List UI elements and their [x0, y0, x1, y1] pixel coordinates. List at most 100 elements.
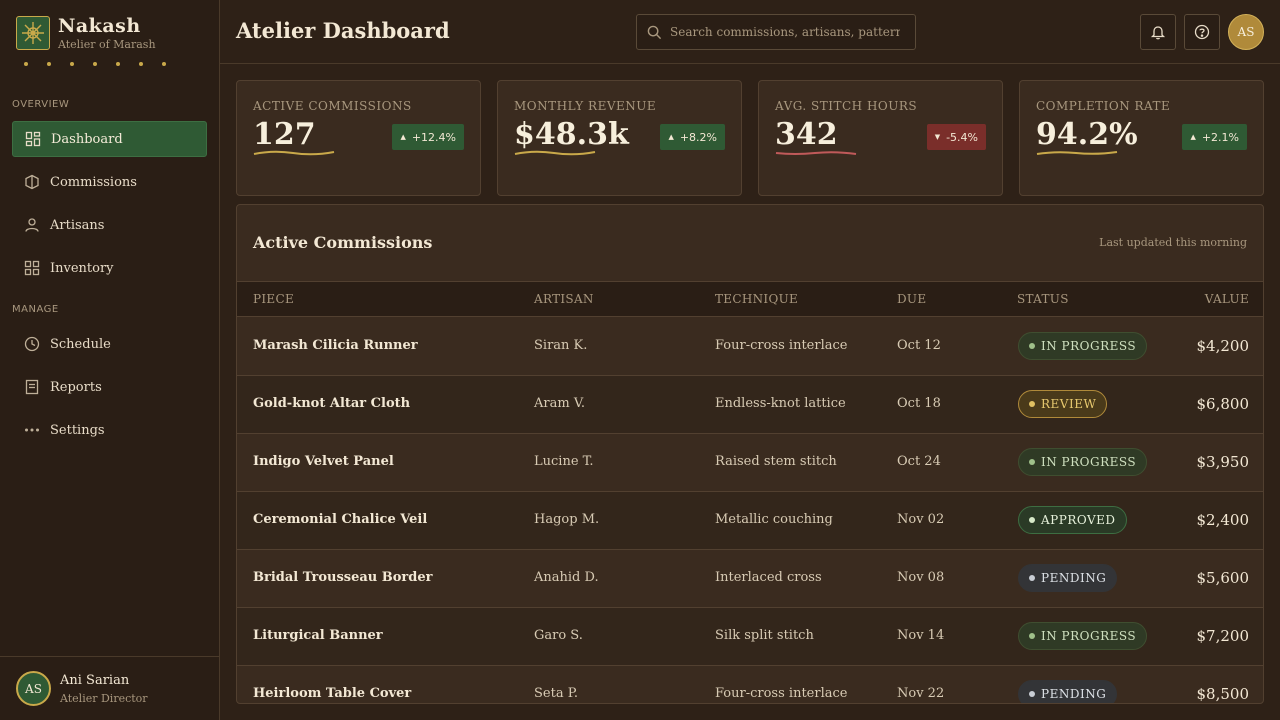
stat-value: 127	[253, 117, 316, 152]
cell-value: $7,200	[1196, 627, 1250, 645]
table-row[interactable]: Liturgical Banner Garo S. Silk split stitc…	[237, 608, 1263, 666]
sidebar-item-inventory[interactable]: Inventory	[12, 250, 207, 286]
status-dot-icon	[1029, 401, 1035, 407]
user-profile[interactable]: AS Ani Sarian Atelier Director	[0, 656, 219, 720]
status-label: IN PROGRESS	[1041, 455, 1137, 469]
cell-piece: Heirloom Table Cover	[253, 686, 412, 701]
sidebar: Nakash Atelier of Marash OVERVIEW Dashbo…	[0, 0, 220, 720]
search-box[interactable]	[636, 14, 916, 50]
column-header-status[interactable]: STATUS	[1017, 292, 1069, 306]
stat-label: MONTHLY REVENUE	[514, 99, 657, 113]
panel-title: Active Commissions	[253, 233, 433, 252]
column-header-value[interactable]: VALUE	[1205, 292, 1249, 306]
trend-up-icon: ▲	[1190, 133, 1196, 141]
status-label: PENDING	[1041, 571, 1107, 585]
cell-technique: Four-cross interlace	[715, 338, 848, 353]
clock-icon	[24, 336, 40, 352]
cell-piece: Indigo Velvet Panel	[253, 454, 394, 469]
brand-divider-dots	[24, 62, 166, 66]
last-updated-text: Last updated this morning	[1099, 236, 1247, 249]
nav-section-manage: MANAGE	[12, 304, 59, 315]
table-row[interactable]: Ceremonial Chalice Veil Hagop M. Metallic …	[237, 492, 1263, 550]
stat-underline-decoration	[253, 150, 335, 156]
cell-value: $5,600	[1196, 569, 1250, 587]
sidebar-item-reports[interactable]: Reports	[12, 369, 207, 405]
table-row[interactable]: Marash Cilicia Runner Siran K. Four-cross …	[237, 318, 1263, 376]
status-dot-icon	[1029, 691, 1035, 697]
sidebar-item-commissions[interactable]: Commissions	[12, 164, 207, 200]
cell-technique: Silk split stitch	[715, 628, 814, 643]
help-button[interactable]	[1184, 14, 1220, 50]
sidebar-item-artisans[interactable]: Artisans	[12, 207, 207, 243]
cell-value: $8,500	[1196, 685, 1250, 703]
commissions-icon	[25, 174, 39, 190]
cell-due: Nov 08	[897, 570, 945, 585]
column-header-due[interactable]: DUE	[897, 292, 926, 306]
cell-technique: Four-cross interlace	[715, 686, 848, 701]
inventory-icon	[24, 260, 40, 276]
header-avatar[interactable]: AS	[1228, 14, 1264, 50]
notifications-button[interactable]	[1140, 14, 1176, 50]
trend-up-icon: ▲	[668, 133, 674, 141]
cell-due: Oct 24	[897, 454, 941, 469]
cell-technique: Interlaced cross	[715, 570, 822, 585]
cell-artisan: Lucine T.	[534, 454, 594, 469]
cell-due: Oct 12	[897, 338, 941, 353]
sidebar-item-label: Settings	[50, 422, 105, 438]
column-header-artisan[interactable]: ARTISAN	[534, 292, 594, 306]
status-dot-icon	[1029, 517, 1035, 523]
report-icon	[25, 379, 39, 395]
user-role: Atelier Director	[60, 691, 148, 705]
active-commissions-panel: Active Commissions Last updated this mor…	[236, 204, 1264, 704]
brand-subtitle: Atelier of Marash	[58, 38, 156, 51]
status-label: APPROVED	[1041, 513, 1116, 527]
cell-piece: Gold-knot Altar Cloth	[253, 396, 411, 411]
search-icon	[647, 25, 662, 39]
status-badge: APPROVED	[1018, 506, 1127, 534]
brand[interactable]: Nakash Atelier of Marash	[16, 16, 156, 51]
top-header: Atelier Dashboard AS	[220, 0, 1280, 64]
stat-card-avg-stitch-hours: AVG. STITCH HOURS 342 ▼ -5.4%	[758, 80, 1003, 196]
status-label: IN PROGRESS	[1041, 629, 1137, 643]
table-row[interactable]: Indigo Velvet Panel Lucine T. Raised stem …	[237, 434, 1263, 492]
column-header-piece[interactable]: PIECE	[253, 292, 294, 306]
sidebar-item-label: Inventory	[50, 260, 114, 276]
cell-due: Nov 02	[897, 512, 945, 527]
user-name: Ani Sarian	[60, 672, 130, 688]
cell-artisan: Garo S.	[534, 628, 583, 643]
table-row[interactable]: Heirloom Table Cover Seta P. Four-cross in…	[237, 666, 1263, 703]
stat-delta-badge: ▲ +12.4%	[392, 124, 464, 150]
stat-card-active-commissions: ACTIVE COMMISSIONS 127 ▲ +12.4%	[236, 80, 481, 196]
sidebar-item-dashboard[interactable]: Dashboard	[12, 121, 207, 157]
table-row[interactable]: Bridal Trousseau Border Anahid D. Interlac…	[237, 550, 1263, 608]
status-badge: IN PROGRESS	[1018, 448, 1148, 476]
sidebar-item-settings[interactable]: Settings	[12, 412, 207, 448]
stat-delta-badge: ▼ -5.4%	[926, 124, 986, 150]
status-badge: PENDING	[1018, 564, 1118, 592]
cell-artisan: Siran K.	[534, 338, 588, 353]
status-dot-icon	[1029, 633, 1035, 639]
stat-value: 94.2%	[1036, 117, 1138, 152]
stat-value: 342	[775, 117, 838, 152]
cell-value: $4,200	[1196, 337, 1250, 355]
search-input[interactable]	[670, 25, 900, 39]
column-header-technique[interactable]: TECHNIQUE	[715, 292, 798, 306]
cell-artisan: Hagop M.	[534, 512, 600, 527]
cell-technique: Endless-knot lattice	[715, 396, 846, 411]
table-row[interactable]: Gold-knot Altar Cloth Aram V. Endless-knot…	[237, 376, 1263, 434]
trend-down-icon: ▼	[934, 133, 941, 141]
status-label: REVIEW	[1041, 397, 1097, 411]
help-icon	[1194, 24, 1210, 40]
stat-value: $48.3k	[514, 117, 629, 152]
stat-underline-decoration	[1036, 151, 1118, 155]
stat-underline-decoration	[514, 150, 596, 156]
sidebar-item-label: Dashboard	[51, 131, 123, 147]
cell-technique: Raised stem stitch	[715, 454, 837, 469]
stat-card-monthly-revenue: MONTHLY REVENUE $48.3k ▲ +8.2%	[497, 80, 742, 196]
stat-label: AVG. STITCH HOURS	[775, 99, 918, 113]
bell-icon	[1150, 26, 1166, 40]
stat-card-completion-rate: COMPLETION RATE 94.2% ▲ +2.1%	[1019, 80, 1264, 196]
cell-piece: Bridal Trousseau Border	[253, 570, 433, 585]
sidebar-item-schedule[interactable]: Schedule	[12, 326, 207, 362]
artisan-icon	[25, 218, 39, 232]
